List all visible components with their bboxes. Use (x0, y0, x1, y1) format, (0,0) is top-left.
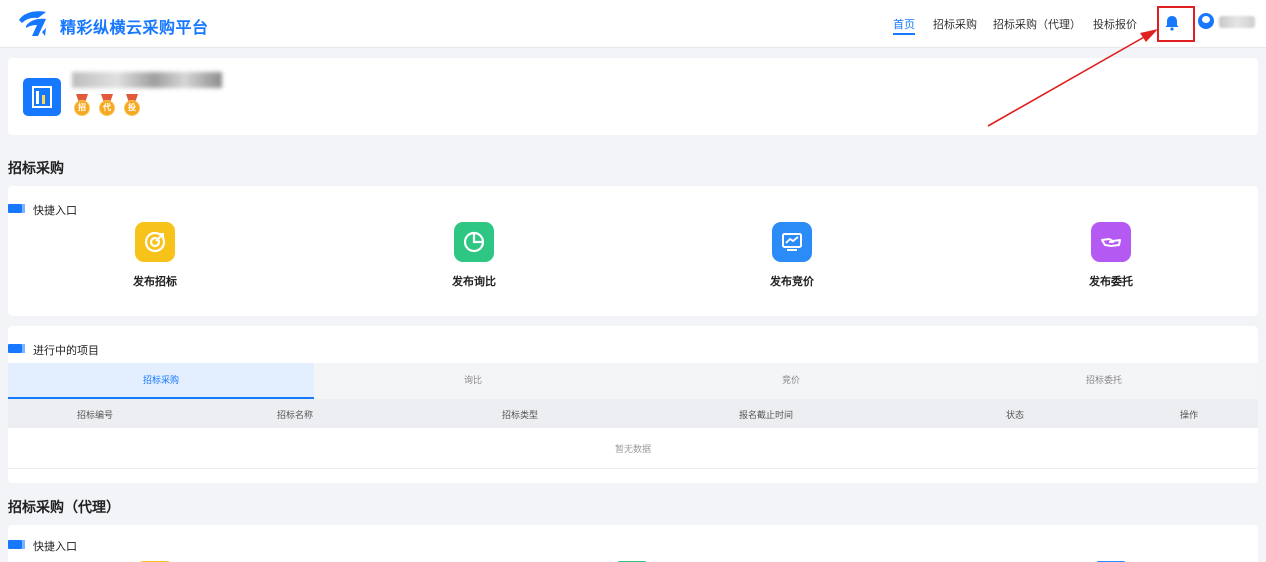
empty-state-text: 暂无数据 (614, 445, 651, 455)
brand-name[interactable]: 精彩纵横云采购平台 (60, 14, 209, 38)
target-icon (135, 222, 175, 262)
column-header: 报名截止时间 (739, 411, 794, 421)
divider (8, 468, 1258, 469)
publish-tender-button[interactable]: 发布招标 (105, 222, 205, 289)
medal-bidding-icon[interactable]: 招 (72, 94, 92, 118)
tab-bidding[interactable]: 招标采购 (8, 363, 314, 399)
section-marker-icon (8, 344, 25, 353)
nav-bidding-agent[interactable]: 招标采购（代理） (993, 16, 1081, 32)
section-marker-icon (8, 204, 25, 213)
monitor-chart-icon (772, 222, 812, 262)
section-marker-icon (8, 540, 25, 549)
user-avatar-icon[interactable] (1198, 13, 1214, 29)
ongoing-projects-card: 进行中的项目 招标采购 询比 竞价 招标委托 招标编号 招标名称 招标类型 报名… (8, 326, 1258, 483)
username-redacted[interactable] (1219, 16, 1255, 28)
nav-bid-quote[interactable]: 投标报价 (1093, 16, 1137, 32)
nav-bidding[interactable]: 招标采购 (933, 16, 977, 32)
tab-inquiry[interactable]: 询比 (314, 363, 632, 399)
column-header: 招标编号 (77, 411, 114, 421)
quick-entry-card: 快捷入口 发布招标 发布询比 发布竞价 发布委托 (8, 186, 1258, 316)
table-header: 招标编号 招标名称 招标类型 报名截止时间 状态 操作 (8, 399, 1258, 428)
publish-auction-button[interactable]: 发布竞价 (742, 222, 842, 289)
column-header: 招标名称 (277, 411, 314, 421)
tab-entrust[interactable]: 招标委托 (950, 363, 1258, 399)
nav-home[interactable]: 首页 (893, 16, 915, 32)
section-title-bidding: 招标采购 (8, 161, 64, 177)
publish-entrust-button[interactable]: 发布委托 (1061, 222, 1161, 289)
nav-active-indicator (893, 33, 915, 35)
column-header: 状态 (1006, 411, 1025, 421)
column-header: 招标类型 (502, 411, 539, 421)
agent-quick-entry-card: 快捷入口 (8, 525, 1258, 562)
handshake-icon (1091, 222, 1131, 262)
medal-bid-icon[interactable]: 投 (122, 94, 142, 118)
company-icon[interactable] (23, 78, 61, 116)
section-title-bidding-agent: 招标采购（代理） (8, 500, 120, 516)
logo-icon[interactable] (16, 8, 56, 40)
company-name-redacted (72, 72, 222, 88)
annotation-highlight-box (1157, 6, 1195, 42)
project-tabs: 招标采购 询比 竞价 招标委托 (8, 363, 1258, 399)
company-profile-card: 招 代 投 (8, 58, 1258, 135)
column-header: 操作 (1180, 411, 1199, 421)
top-navbar: 精彩纵横云采购平台 首页 招标采购 招标采购（代理） 投标报价 (0, 0, 1266, 48)
tab-auction[interactable]: 竞价 (632, 363, 950, 399)
publish-inquiry-button[interactable]: 发布询比 (424, 222, 524, 289)
medal-agent-icon[interactable]: 代 (97, 94, 117, 118)
pie-chart-icon (454, 222, 494, 262)
